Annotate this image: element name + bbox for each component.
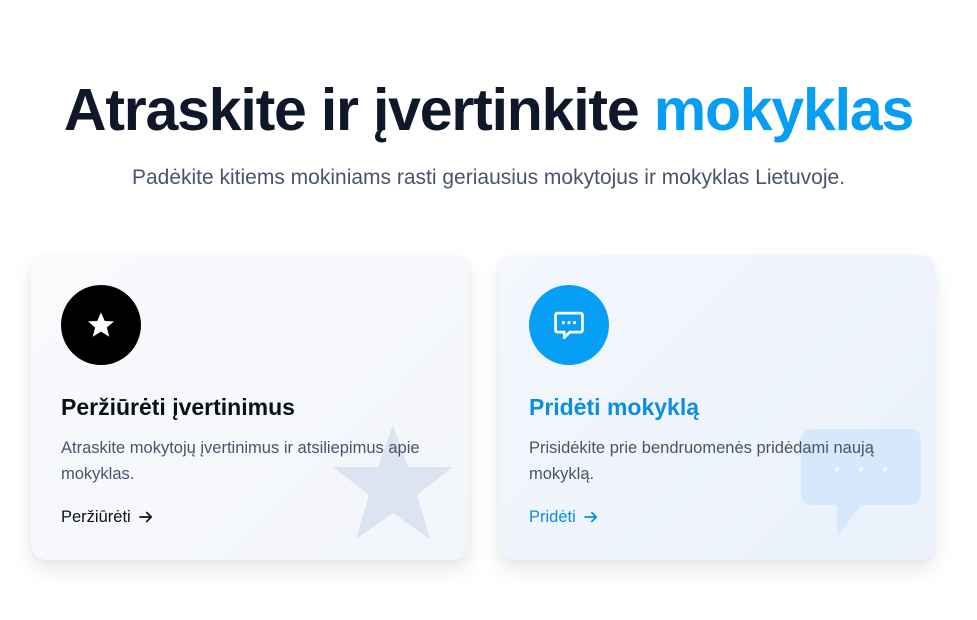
hero-title-main: Atraskite ir įvertinkite (63, 77, 640, 143)
page: Atraskite ir įvertinkite mokyklas Padėki… (0, 0, 977, 620)
card-description: Atraskite mokytojų įvertinimus ir atsili… (61, 439, 420, 483)
view-reviews-link[interactable]: Peržiūrėti (61, 506, 155, 528)
card-description: Prisidėkite prie bendruomenės pridėdami … (529, 439, 874, 483)
card-title: Peržiūrėti įvertinimus (61, 394, 295, 420)
star-icon (87, 312, 115, 337)
card-title: Pridėti mokyklą (529, 394, 700, 420)
hero-title-accent: mokyklas (653, 77, 915, 143)
card-view-reviews[interactable]: Peržiūrėti įvertinimus Atraskite mokytoj… (31, 255, 469, 560)
chat-bubble-icon (554, 311, 584, 340)
arrow-right-icon (138, 511, 152, 523)
hero-subtitle: Padėkite kitiems mokiniams rasti geriaus… (131, 166, 846, 189)
add-school-link[interactable]: Pridėti (529, 506, 600, 528)
link-label: Pridėti (529, 508, 576, 526)
link-label: Peržiūrėti (61, 508, 131, 526)
card-add-school[interactable]: Pridėti mokyklą Prisidėkite prie bendruo… (499, 255, 935, 560)
chat-icon-circle (529, 285, 609, 365)
arrow-right-icon (583, 511, 597, 523)
star-icon-circle (61, 285, 141, 365)
hero-title: Atraskite ir įvertinkite mokyklas (0, 74, 977, 146)
